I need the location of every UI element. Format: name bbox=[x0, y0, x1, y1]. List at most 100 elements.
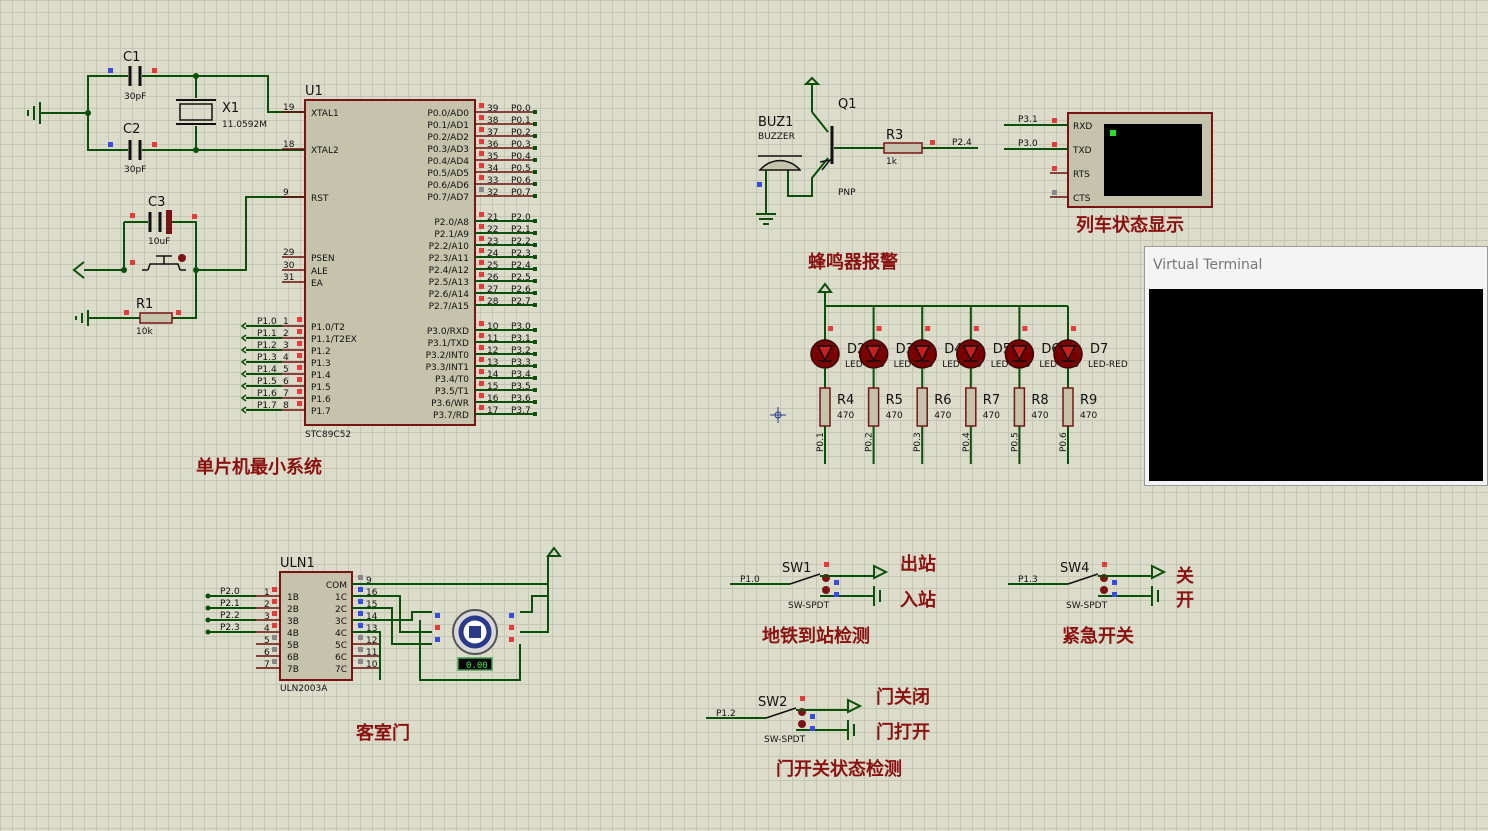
note-door-open: 门打开 bbox=[876, 721, 930, 743]
uln-pin-name: 3C bbox=[335, 617, 347, 627]
resistor-value: 470 bbox=[837, 411, 854, 421]
uln-pin-name: 6B bbox=[287, 653, 299, 663]
mcu-pin-number: 39 bbox=[487, 104, 499, 114]
pin-marker bbox=[479, 284, 484, 289]
pin-marker bbox=[297, 341, 302, 346]
switch-net-label: P1.3 bbox=[1018, 575, 1038, 585]
mcu-net-label: P0.5 bbox=[511, 164, 531, 174]
uln-pin-number: 7 bbox=[264, 660, 270, 670]
switch-part: SW-SPDT bbox=[788, 601, 830, 611]
mcu-pin-number: 16 bbox=[487, 394, 499, 404]
resistor-value: 470 bbox=[886, 411, 903, 421]
pin-marker bbox=[479, 212, 484, 217]
mcu-net-label: P1.2 bbox=[257, 341, 277, 351]
mcu-net-label: P3.0 bbox=[511, 322, 531, 332]
mcu-pin-name: P0.1/AD1 bbox=[427, 121, 469, 131]
mcu-pin-number: 25 bbox=[487, 261, 498, 271]
mcu-net-label: P2.1 bbox=[511, 225, 531, 235]
mcu-pin-number: 33 bbox=[487, 176, 498, 186]
switch-group: SW1 SW-SPDT P1.0 SW4 SW-SPDT P1.3 SW2 SW-SPDT P1… bbox=[706, 561, 1167, 745]
c3-ref: C3 bbox=[148, 195, 165, 210]
crosshair-icon bbox=[770, 407, 786, 423]
led-net-label: P0.2 bbox=[865, 432, 875, 452]
led-ref: D7 bbox=[1090, 342, 1108, 357]
pin-marker bbox=[479, 151, 484, 156]
arrow-icon bbox=[847, 698, 863, 714]
mcu-chip[interactable]: U1 STC89C52 19XTAL118XTAL29RST29PSEN30AL… bbox=[240, 84, 537, 440]
terminal-pin-cts: CTS bbox=[1073, 194, 1091, 204]
mcu-pin-number: 29 bbox=[283, 248, 295, 258]
resistor-ref: R6 bbox=[934, 393, 951, 408]
r1-value: 10k bbox=[136, 327, 153, 337]
uln-pin-number: 12 bbox=[366, 636, 377, 646]
uln-pin-name: 2C bbox=[335, 605, 347, 615]
mcu-pin-number: 3 bbox=[283, 341, 289, 351]
pin-marker bbox=[479, 272, 484, 277]
pin-marker bbox=[479, 393, 484, 398]
virtual-terminal-screen[interactable] bbox=[1149, 289, 1483, 481]
led-net-label: P0.4 bbox=[962, 432, 972, 452]
virtual-terminal-window[interactable]: Virtual Terminal bbox=[1144, 246, 1488, 486]
uln-pin-name: 1B bbox=[287, 593, 299, 603]
note-door-closed: 门关闭 bbox=[876, 686, 930, 708]
pin-marker bbox=[297, 353, 302, 358]
mcu-net-label: P2.6 bbox=[511, 285, 531, 295]
c3-value: 10uF bbox=[148, 237, 170, 247]
uln-pin-name: 4B bbox=[287, 629, 299, 639]
pin-marker bbox=[479, 333, 484, 338]
mcu-net-label: P1.3 bbox=[257, 353, 277, 363]
uln-pin-name: 6C bbox=[335, 653, 347, 663]
arrow-icon bbox=[1151, 564, 1167, 580]
led-net-label: P0.5 bbox=[1010, 432, 1020, 452]
mcu-pin-number: 8 bbox=[283, 401, 289, 411]
terminal-pin-txd: TXD bbox=[1072, 146, 1092, 156]
uln-pin-number: 6 bbox=[264, 648, 270, 658]
uln-pin-name: 2B bbox=[287, 605, 299, 615]
note-close: 关 bbox=[1176, 565, 1194, 587]
uln-driver[interactable]: ULN1 ULN2003A 1B 1 P2.0 2B 2 P2.1 3B 3 P2.2 4B 4 P2… bbox=[205, 556, 381, 694]
mcu-net-label: P3.4 bbox=[511, 370, 531, 380]
mcu-pin-number: 14 bbox=[487, 370, 499, 380]
section-mcu: 单片机最小系统 bbox=[196, 456, 322, 478]
mcu-pin-number: 31 bbox=[283, 273, 294, 283]
mcu-net-label: P0.0 bbox=[511, 104, 531, 114]
uln-net-label: P2.0 bbox=[220, 587, 240, 597]
mcu-net-label: P2.0 bbox=[511, 213, 531, 223]
mcu-pin-name: P3.1/TXD bbox=[428, 339, 469, 349]
stepper-motor[interactable]: 0.00 bbox=[352, 546, 562, 681]
mcu-pin-number: 6 bbox=[283, 377, 289, 387]
mcu-pin-name: P1.4 bbox=[311, 371, 331, 381]
mcu-pin-name: P3.7/RD bbox=[433, 411, 469, 421]
x1-ref: X1 bbox=[222, 101, 239, 116]
mcu-net-label: P0.6 bbox=[511, 176, 531, 186]
uln-pin-name: 7B bbox=[287, 665, 299, 675]
switch-ref: SW1 bbox=[782, 561, 811, 576]
motor-speed-readout: 0.00 bbox=[466, 661, 488, 671]
mcu-pin-name: P2.5/A13 bbox=[429, 278, 469, 288]
mcu-pin-number: 19 bbox=[283, 103, 295, 113]
uln-pin-number: 2 bbox=[264, 600, 270, 610]
switch-net-label: P1.2 bbox=[716, 709, 736, 719]
q1-ref: Q1 bbox=[838, 97, 857, 112]
mcu-pin-name: PSEN bbox=[311, 254, 335, 264]
note-arrive: 入站 bbox=[900, 589, 936, 611]
mcu-pin-number: 7 bbox=[283, 389, 289, 399]
mcu-pin-number: 34 bbox=[487, 164, 499, 174]
pin-marker bbox=[479, 357, 484, 362]
c2-value: 30pF bbox=[124, 165, 146, 175]
uln-pin-name: 1C bbox=[335, 593, 347, 603]
mcu-net-label: P3.1 bbox=[511, 334, 531, 344]
uln-pin-name: 3B bbox=[287, 617, 299, 627]
mcu-net-label: P3.3 bbox=[511, 358, 531, 368]
terminal-component[interactable]: RXD TXD RTS CTS P3.1 P3.0 bbox=[1004, 112, 1213, 208]
uln-net-label: P2.3 bbox=[220, 623, 240, 633]
resistor-ref: R8 bbox=[1031, 393, 1048, 408]
section-buzzer: 蜂鸣器报警 bbox=[808, 251, 898, 273]
mcu-pin-name: P1.1/T2EX bbox=[311, 335, 357, 345]
mcu-pin-name: ALE bbox=[311, 267, 328, 277]
section-terminal: 列车状态显示 bbox=[1076, 214, 1184, 236]
c1-value: 30pF bbox=[124, 92, 146, 102]
mcu-net-label: P0.2 bbox=[511, 128, 531, 138]
mcu-pin-number: 26 bbox=[487, 273, 499, 283]
pin-marker bbox=[479, 175, 484, 180]
